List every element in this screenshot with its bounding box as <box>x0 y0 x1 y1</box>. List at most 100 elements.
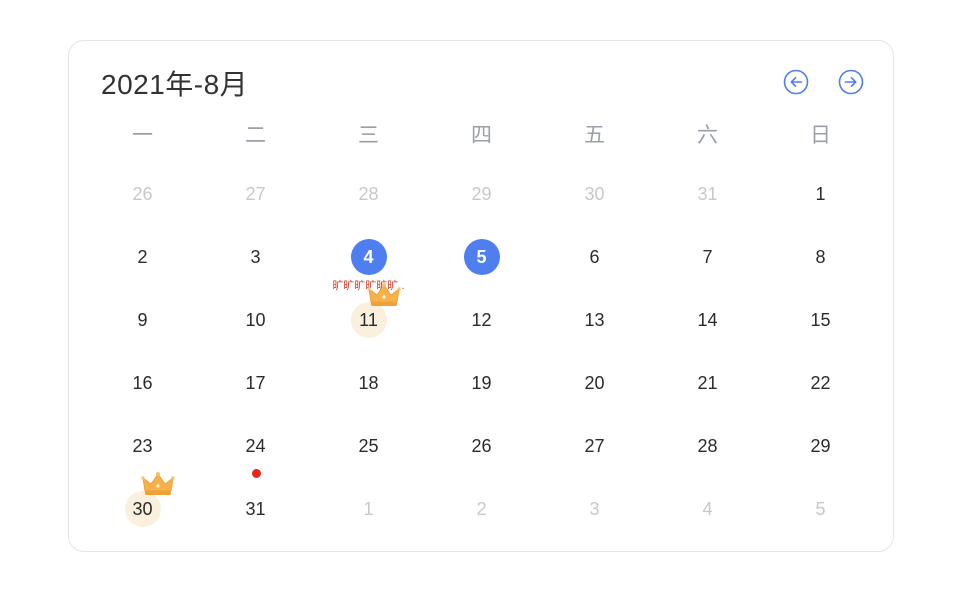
day-number: 26 <box>132 184 153 204</box>
day-cell[interactable]: 22 <box>764 350 877 413</box>
day-cell[interactable]: 4 旷旷旷旷旷旷.. <box>312 224 425 292</box>
day-number: 22 <box>810 373 831 393</box>
day-number: 27 <box>245 184 266 204</box>
day-cell[interactable]: 27 <box>538 413 651 476</box>
day-cell[interactable]: 15 <box>764 287 877 350</box>
day-number: 19 <box>471 373 492 393</box>
day-cell[interactable]: 3 <box>199 224 312 287</box>
day-number: 23 <box>132 436 153 456</box>
arrow-left-circle-icon <box>783 69 809 95</box>
day-number: 12 <box>471 310 492 330</box>
day-cell[interactable]: 30 <box>86 472 199 539</box>
day-number: 17 <box>245 373 266 393</box>
day-number: 20 <box>584 373 605 393</box>
day-number: 14 <box>697 310 718 330</box>
day-number: 5 <box>815 499 826 519</box>
day-number: 31 <box>697 184 718 204</box>
day-number: 3 <box>250 247 261 267</box>
day-cell[interactable]: 7 <box>651 224 764 287</box>
arrow-right-circle-icon <box>838 69 864 95</box>
week-row: 30 31 1 2 3 4 5 <box>86 472 877 539</box>
weekday-label: 四 <box>471 124 492 147</box>
weekday-label: 三 <box>358 124 379 147</box>
day-cell[interactable]: 26 <box>86 161 199 224</box>
day-number: 30 <box>584 184 605 204</box>
week-row: 16 17 18 19 20 21 22 <box>86 350 877 413</box>
day-cell[interactable]: 29 <box>764 413 877 476</box>
day-cell[interactable]: 25 <box>312 413 425 476</box>
day-cell[interactable]: 18 <box>312 350 425 413</box>
day-number: 7 <box>702 247 713 267</box>
selected-day-number: 4 <box>350 239 387 275</box>
day-number: 28 <box>358 184 379 204</box>
weekday-label: 五 <box>584 124 605 147</box>
weekday-header: 一 二 三 四 五 六 日 <box>86 121 877 151</box>
day-cell[interactable]: 4 <box>651 476 764 539</box>
day-cell[interactable]: 31 <box>199 476 312 539</box>
selected-day-number: 5 <box>463 239 500 275</box>
day-cell[interactable]: 9 <box>86 287 199 350</box>
week-row: 23 24 25 26 27 28 29 <box>86 413 877 478</box>
day-cell[interactable]: 28 <box>312 161 425 224</box>
day-cell[interactable]: 21 <box>651 350 764 413</box>
day-cell[interactable]: 17 <box>199 350 312 413</box>
day-number: 16 <box>132 373 153 393</box>
day-number: 24 <box>245 436 266 456</box>
day-number: 13 <box>584 310 605 330</box>
day-cell[interactable]: 24 <box>199 413 312 478</box>
week-row: 2 3 4 旷旷旷旷旷旷.. 5 6 7 8 <box>86 224 877 292</box>
day-cell[interactable]: 5 <box>425 224 538 287</box>
day-cell[interactable]: 30 <box>538 161 651 224</box>
day-number: 8 <box>815 247 826 267</box>
next-month-button[interactable] <box>838 69 864 95</box>
day-cell[interactable]: 23 <box>86 413 199 476</box>
day-cell[interactable]: 6 <box>538 224 651 287</box>
day-number: 4 <box>702 499 713 519</box>
day-cell[interactable]: 1 <box>764 161 877 224</box>
day-cell[interactable]: 10 <box>199 287 312 350</box>
day-cell[interactable]: 8 <box>764 224 877 287</box>
day-cell[interactable]: 14 <box>651 287 764 350</box>
day-number: 2 <box>476 499 487 519</box>
day-number: 1 <box>815 184 826 204</box>
day-number: 30 <box>124 491 161 527</box>
weekday-label: 一 <box>132 124 153 147</box>
day-cell[interactable]: 26 <box>425 413 538 476</box>
day-cell[interactable]: 5 <box>764 476 877 539</box>
day-number: 25 <box>358 436 379 456</box>
week-row: 26 27 28 29 30 31 1 <box>86 161 877 224</box>
day-number: 26 <box>471 436 492 456</box>
day-cell[interactable]: 27 <box>199 161 312 224</box>
day-grid: 26 27 28 29 30 31 1 2 3 4 旷旷旷旷旷旷.. 5 6 7 8 9 10 11 12 13 14 1… <box>86 161 877 539</box>
day-cell[interactable]: 19 <box>425 350 538 413</box>
weekday-label: 二 <box>245 124 266 147</box>
month-title: 2021年-8月 <box>101 69 249 100</box>
day-number: 15 <box>810 310 831 330</box>
day-cell[interactable]: 28 <box>651 413 764 476</box>
day-cell[interactable]: 13 <box>538 287 651 350</box>
day-number: 27 <box>584 436 605 456</box>
week-row: 9 10 11 12 13 14 15 <box>86 283 877 350</box>
day-number: 3 <box>589 499 600 519</box>
day-cell[interactable]: 31 <box>651 161 764 224</box>
day-cell[interactable]: 16 <box>86 350 199 413</box>
day-cell[interactable]: 29 <box>425 161 538 224</box>
day-number: 31 <box>245 499 266 519</box>
weekday-label: 六 <box>697 124 718 147</box>
day-cell[interactable]: 2 <box>86 224 199 287</box>
day-number: 11 <box>350 302 387 338</box>
day-number: 1 <box>363 499 374 519</box>
day-cell[interactable]: 2 <box>425 476 538 539</box>
day-number: 29 <box>810 436 831 456</box>
day-cell[interactable]: 12 <box>425 287 538 350</box>
day-cell[interactable]: 3 <box>538 476 651 539</box>
prev-month-button[interactable] <box>783 69 809 95</box>
day-cell[interactable]: 11 <box>312 283 425 350</box>
day-cell[interactable]: 1 <box>312 476 425 539</box>
day-number: 9 <box>137 310 148 330</box>
day-number: 18 <box>358 373 379 393</box>
day-cell[interactable]: 20 <box>538 350 651 413</box>
calendar-card: 2021年-8月 一 二 三 四 五 六 日 26 27 28 29 30 31 1 2 3 4 旷… <box>68 40 894 552</box>
day-number: 21 <box>697 373 718 393</box>
day-number: 10 <box>245 310 266 330</box>
